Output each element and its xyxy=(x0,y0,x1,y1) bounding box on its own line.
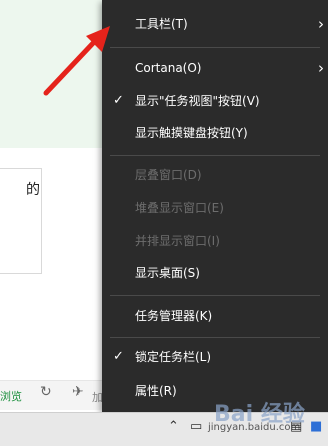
menu-item-label: 工具栏(T) xyxy=(135,17,188,31)
menu-item-side-by-side: 并排显示窗口(I) xyxy=(102,229,328,253)
menu-item-show-task-view[interactable]: ✓ 显示"任务视图"按钮(V) xyxy=(102,89,328,113)
page-header-area xyxy=(0,0,102,148)
checkmark-icon: ✓ xyxy=(113,93,124,108)
menu-item-toolbars[interactable]: 工具栏(T) › xyxy=(102,12,328,36)
chevron-up-icon[interactable]: ⌃ xyxy=(168,419,179,434)
taskbar-context-menu: 工具栏(T) › Cortana(O) › ✓ 显示"任务视图"按钮(V) 显示… xyxy=(102,0,328,412)
checkmark-icon: ✓ xyxy=(113,349,124,364)
menu-item-label: 层叠窗口(D) xyxy=(135,168,202,182)
menu-item-label: 显示触摸键盘按钮(Y) xyxy=(135,126,248,140)
pin-icon[interactable]: ✈ xyxy=(72,384,84,400)
menu-item-lock-taskbar[interactable]: ✓ 锁定任务栏(L) xyxy=(102,345,328,369)
menu-item-cortana[interactable]: Cortana(O) › xyxy=(102,56,328,80)
menu-item-label: 锁定任务栏(L) xyxy=(135,350,212,364)
menu-separator xyxy=(110,155,320,156)
menu-item-label: Cortana(O) xyxy=(135,61,202,75)
menu-item-label: 任务管理器(K) xyxy=(135,309,213,323)
chevron-right-icon: › xyxy=(318,59,324,77)
browse-link[interactable]: 浏览 xyxy=(0,388,22,404)
menu-item-label: 显示桌面(S) xyxy=(135,266,200,280)
network-icon[interactable]: ▭ xyxy=(190,419,202,434)
chevron-right-icon: › xyxy=(318,15,324,33)
menu-item-label: 并排显示窗口(I) xyxy=(135,234,220,248)
menu-item-show-touch-keyboard[interactable]: 显示触摸键盘按钮(Y) xyxy=(102,121,328,145)
menu-item-task-manager[interactable]: 任务管理器(K) xyxy=(102,304,328,328)
menu-separator xyxy=(110,47,320,48)
menu-item-label: 堆叠显示窗口(E) xyxy=(135,201,224,215)
refresh-icon[interactable]: ↻ xyxy=(40,384,52,400)
menu-item-label: 显示"任务视图"按钮(V) xyxy=(135,94,260,108)
content-card-text: 的 xyxy=(26,182,40,198)
baidu-watermark: Bai 经验 xyxy=(214,402,305,427)
menu-item-cascade-windows: 层叠窗口(D) xyxy=(102,163,328,187)
menu-item-label: 属性(R) xyxy=(135,384,177,398)
menu-separator xyxy=(110,337,320,338)
desktop-icon[interactable]: ■ xyxy=(310,419,322,434)
menu-item-show-desktop[interactable]: 显示桌面(S) xyxy=(102,261,328,285)
menu-separator xyxy=(110,295,320,296)
menu-item-stack-windows: 堆叠显示窗口(E) xyxy=(102,196,328,220)
